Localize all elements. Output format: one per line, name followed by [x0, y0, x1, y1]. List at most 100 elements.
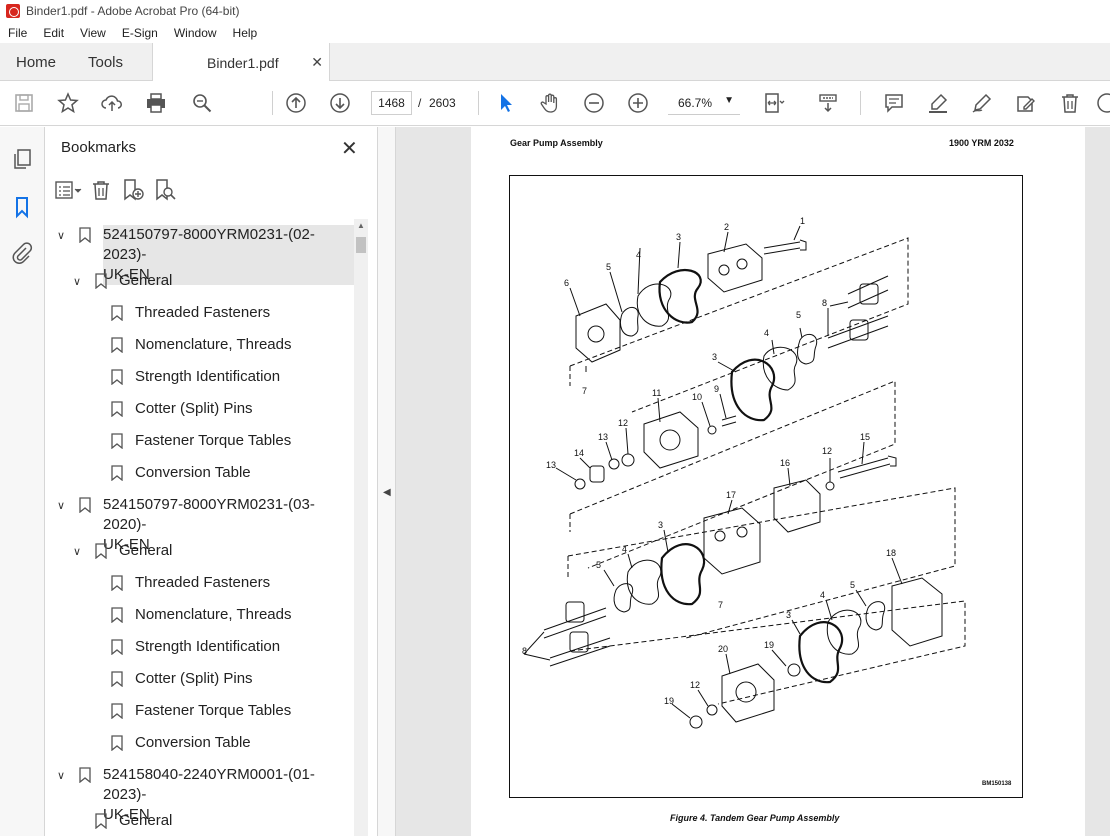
callout: 5	[596, 560, 601, 570]
bookmark-item[interactable]: Threaded Fasteners	[111, 573, 270, 593]
bookmark-icon	[111, 305, 123, 321]
acrobat-icon	[6, 4, 20, 18]
zoom-level-select[interactable]: 66.7% ▼	[668, 91, 740, 115]
bookmark-item[interactable]: Conversion Table	[111, 733, 251, 753]
comment-icon[interactable]	[882, 91, 906, 115]
callout: 12	[618, 418, 628, 428]
scrollbar-thumb[interactable]	[356, 237, 366, 253]
star-icon[interactable]	[56, 91, 80, 115]
bookmark-label: Strength Identification	[135, 368, 281, 385]
tab-home[interactable]: Home	[16, 43, 56, 81]
callout: 4	[820, 590, 825, 600]
close-tab-icon[interactable]: ✕	[311, 54, 323, 71]
more-tools-icon[interactable]	[1096, 91, 1110, 115]
bookmark-item[interactable]: Fastener Torque Tables	[111, 701, 291, 721]
callout: 6	[564, 278, 569, 288]
chevron-down-icon[interactable]: ∨	[73, 272, 89, 292]
callout: 3	[658, 520, 663, 530]
bookmark-icon	[79, 767, 91, 783]
hand-tool-icon[interactable]	[538, 91, 562, 115]
new-bookmark-icon[interactable]	[119, 178, 147, 202]
chevron-down-icon[interactable]: ∨	[73, 542, 89, 562]
bookmark-label: Cotter (Split) Pins	[135, 670, 253, 687]
callout: 7	[718, 600, 723, 610]
bookmark-label: Nomenclature, Threads	[135, 336, 292, 353]
bookmark-label: Fastener Torque Tables	[135, 702, 292, 719]
fill-sign-icon[interactable]	[1014, 91, 1038, 115]
attachments-icon[interactable]	[10, 241, 34, 265]
bookmarks-scrollbar[interactable]: ▲	[354, 219, 368, 836]
menu-help[interactable]: Help	[225, 26, 266, 40]
bookmark-item[interactable]: Nomenclature, Threads	[111, 335, 291, 355]
bookmark-item[interactable]: General	[95, 811, 172, 831]
bookmark-item[interactable]: Cotter (Split) Pins	[111, 399, 253, 419]
callout: 13	[598, 432, 608, 442]
chevron-down-icon[interactable]: ∨	[57, 766, 73, 786]
callout: 2	[724, 222, 729, 232]
tab-document[interactable]: Binder1.pdf ✕	[152, 43, 330, 82]
menu-esign[interactable]: E-Sign	[114, 26, 166, 40]
delete-bookmark-icon[interactable]	[87, 178, 115, 202]
draw-pen-icon[interactable]	[970, 91, 994, 115]
bookmark-label: 524150797-8000YRM0231-(03-2020)-	[103, 496, 315, 533]
scroll-mode-icon[interactable]	[816, 91, 840, 115]
bookmark-icon	[111, 369, 123, 385]
previous-page-icon[interactable]	[284, 91, 308, 115]
bookmark-icon	[95, 543, 107, 559]
callout: 14	[574, 448, 584, 458]
upload-icon[interactable]	[100, 91, 124, 115]
next-page-icon[interactable]	[328, 91, 352, 115]
bookmarks-tree: ∨ 524150797-8000YRM0231-(02-2023)- UK-EN …	[45, 217, 363, 836]
callout: 12	[690, 680, 700, 690]
bookmark-label: Conversion Table	[135, 464, 251, 481]
bookmark-item[interactable]: Nomenclature, Threads	[111, 605, 291, 625]
bookmark-item[interactable]: Threaded Fasteners	[111, 303, 270, 323]
tab-tools[interactable]: Tools	[88, 43, 123, 81]
bookmark-item[interactable]: Conversion Table	[111, 463, 251, 483]
bookmark-icon	[111, 735, 123, 751]
bookmark-item[interactable]: Fastener Torque Tables	[111, 431, 291, 451]
bookmark-label: Threaded Fasteners	[135, 574, 271, 591]
page-number-input[interactable]: 1468	[371, 91, 412, 115]
menu-view[interactable]: View	[72, 26, 114, 40]
highlight-icon[interactable]	[926, 91, 950, 115]
chevron-down-icon[interactable]: ∨	[57, 496, 73, 516]
zoom-in-icon[interactable]	[626, 91, 650, 115]
callout: 5	[796, 310, 801, 320]
zoom-out-icon[interactable]	[582, 91, 606, 115]
bookmark-options-icon[interactable]	[55, 178, 83, 202]
callout: 4	[636, 250, 641, 260]
bookmark-item[interactable]: Strength Identification	[111, 637, 280, 657]
print-icon[interactable]	[144, 91, 168, 115]
callout: 4	[764, 328, 769, 338]
menu-edit[interactable]: Edit	[35, 26, 72, 40]
delete-icon[interactable]	[1058, 91, 1082, 115]
menu-file[interactable]: File	[0, 26, 35, 40]
bookmark-label: Strength Identification	[135, 638, 281, 655]
bookmark-label: Nomenclature, Threads	[135, 606, 292, 623]
chevron-left-icon[interactable]: ◀	[383, 487, 391, 498]
bookmark-item[interactable]: ∨ General	[73, 271, 172, 292]
zoom-search-icon[interactable]	[190, 91, 214, 115]
select-cursor-icon[interactable]	[494, 91, 518, 115]
callout: 13	[546, 460, 556, 470]
chevron-down-icon[interactable]: ∨	[57, 226, 73, 246]
page-thumbnails-icon[interactable]	[10, 147, 34, 171]
menu-window[interactable]: Window	[166, 26, 225, 40]
bookmarks-panel-icon[interactable]	[10, 195, 34, 219]
callout: 8	[822, 298, 827, 308]
find-bookmark-icon[interactable]	[151, 178, 179, 202]
scroll-up-icon[interactable]: ▲	[357, 221, 365, 230]
bookmark-label: Threaded Fasteners	[135, 304, 271, 321]
save-icon[interactable]	[12, 91, 36, 115]
bookmark-item[interactable]: ∨ General	[73, 541, 172, 562]
callout: 9	[714, 384, 719, 394]
callout: 3	[676, 232, 681, 242]
bookmark-item[interactable]: Strength Identification	[111, 367, 280, 387]
pdf-page: Gear Pump Assembly 1900 YRM 2032 1 2 3 4…	[471, 127, 1085, 836]
page-fit-icon[interactable]	[762, 91, 786, 115]
bookmark-item[interactable]: Cotter (Split) Pins	[111, 669, 253, 689]
close-icon[interactable]: ✕	[341, 136, 358, 161]
collapse-panel-handle[interactable]: ◀	[378, 127, 396, 836]
bookmark-label: General	[119, 272, 173, 289]
